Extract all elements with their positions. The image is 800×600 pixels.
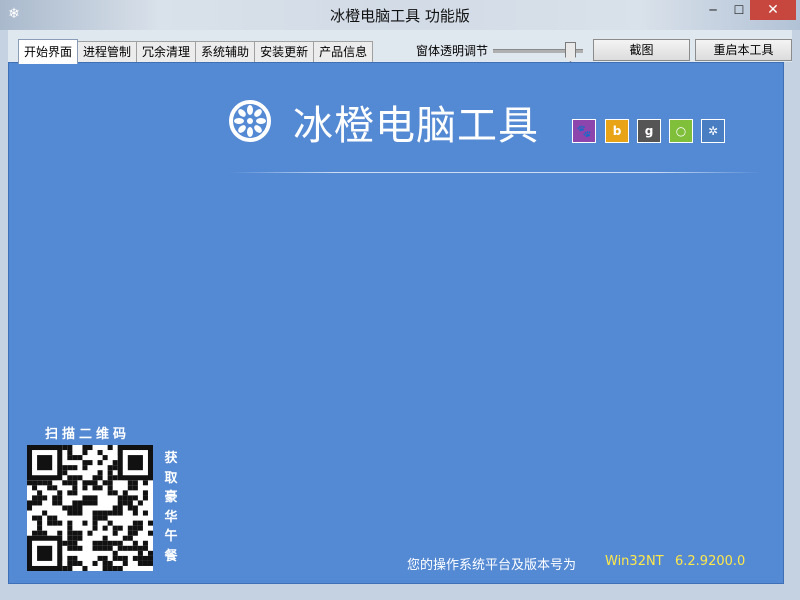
tab-strip: 开始界面 进程管制 冗余清理 系统辅助 安装更新 产品信息 bbox=[18, 39, 374, 64]
screenshot-button[interactable]: 截图 bbox=[593, 39, 690, 61]
os-status-label: 您的操作系统平台及版本号为 bbox=[407, 558, 577, 573]
start-panel: 冰橙电脑工具 🐾 b g ○ ✲ 扫描二维码 获取豪华午餐 您的操作系统平台及版… bbox=[8, 62, 784, 584]
opacity-slider[interactable] bbox=[493, 42, 585, 62]
maximize-button[interactable]: ☐ bbox=[726, 0, 752, 20]
window-title: 冰橙电脑工具 功能版 bbox=[330, 7, 470, 25]
title-bar[interactable]: ❄ 冰橙电脑工具 功能版 ─ ☐ ✕ bbox=[0, 0, 800, 30]
baidu-paw-icon[interactable]: 🐾 bbox=[572, 119, 596, 143]
app-name-heading: 冰橙电脑工具 bbox=[293, 103, 539, 149]
tab-product-info[interactable]: 产品信息 bbox=[313, 41, 374, 63]
google-icon[interactable]: g bbox=[637, 119, 661, 143]
close-button[interactable]: ✕ bbox=[750, 0, 796, 20]
tab-redundancy-cleanup[interactable]: 冗余清理 bbox=[136, 41, 197, 63]
qr-title: 扫描二维码 bbox=[45, 427, 131, 442]
opacity-label: 窗体透明调节 bbox=[416, 44, 489, 58]
settings-gear-icon[interactable]: ✲ bbox=[701, 119, 725, 143]
restart-tool-button[interactable]: 重启本工具 bbox=[695, 39, 792, 61]
bing-icon[interactable]: b bbox=[605, 119, 629, 143]
qr-code-image bbox=[27, 445, 153, 571]
orange-slice-logo-icon bbox=[229, 100, 271, 142]
minimize-button[interactable]: ─ bbox=[700, 0, 726, 20]
app-window: ❄ 冰橙电脑工具 功能版 ─ ☐ ✕ 开始界面 进程管制 冗余清理 系统辅助 安… bbox=[0, 0, 800, 600]
header-divider bbox=[228, 172, 762, 173]
opacity-slider-thumb[interactable] bbox=[565, 42, 576, 62]
os-version-value: 6.2.9200.0 bbox=[675, 554, 746, 569]
tab-system-assist[interactable]: 系统辅助 bbox=[195, 41, 256, 63]
tab-process-control[interactable]: 进程管制 bbox=[77, 41, 138, 63]
os-name-value: Win32NT bbox=[605, 554, 664, 569]
qr-caption: 获取豪华午餐 bbox=[164, 451, 178, 564]
tab-install-update[interactable]: 安装更新 bbox=[254, 41, 315, 63]
tab-toolbar-row: 开始界面 进程管制 冗余清理 系统辅助 安装更新 产品信息 窗体透明调节 截图 … bbox=[8, 30, 792, 64]
chat-bubble-icon[interactable]: ○ bbox=[669, 119, 693, 143]
tab-start[interactable]: 开始界面 bbox=[18, 39, 79, 64]
